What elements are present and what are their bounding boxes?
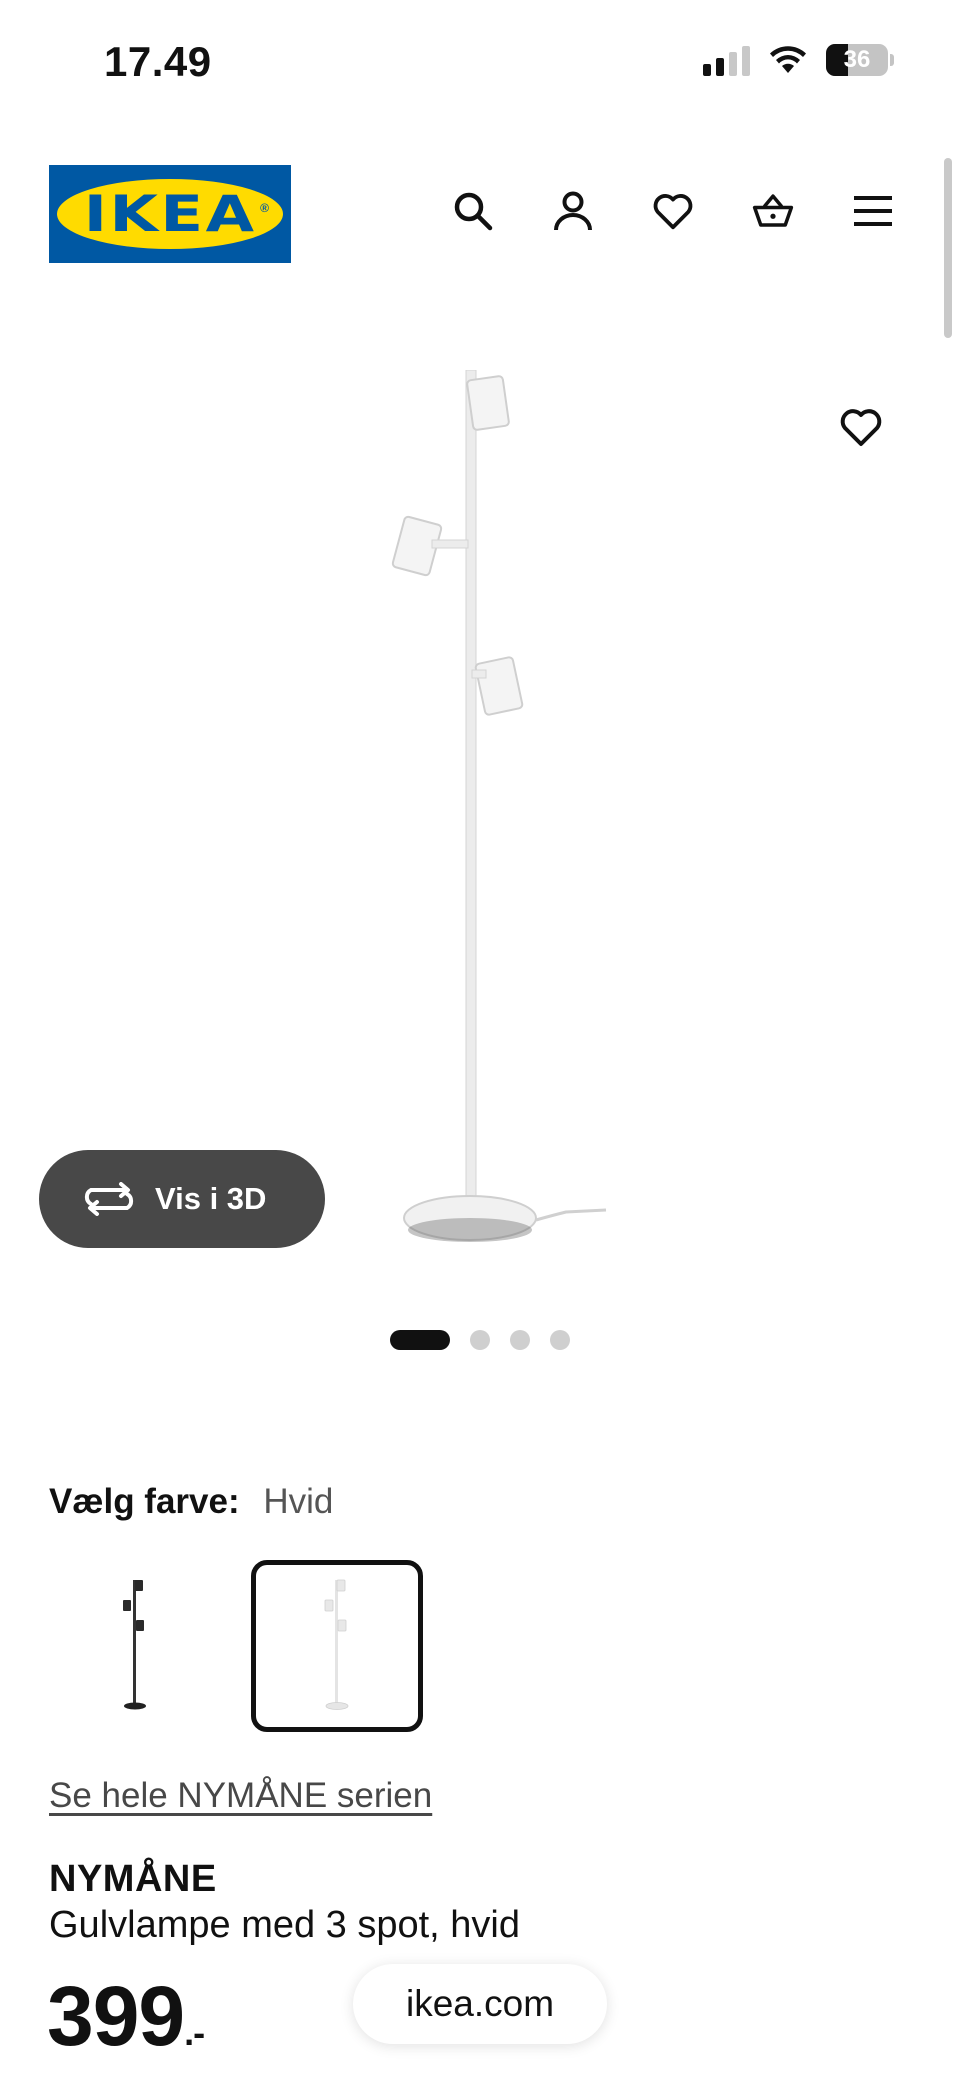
pagination-dot[interactable] [510,1330,530,1350]
basket-button[interactable] [752,190,794,232]
heart-icon [840,409,882,446]
header-actions [452,190,894,232]
ikea-logo[interactable]: IKEA ® [49,165,291,263]
menu-icon [854,196,892,226]
browser-url: ikea.com [405,1983,555,2024]
page-scrollbar[interactable] [944,158,952,338]
product-description: Gulvlampe med 3 spot, hvid [49,1904,521,1946]
search-icon [454,192,493,231]
logo-oval: IKEA ® [57,179,283,249]
battery-cap [890,54,894,66]
status-time: 17.49 [104,38,212,85]
gallery-pagination[interactable] [0,1330,960,1350]
status-icons: 36 [703,44,894,76]
color-select-header: Vælg farve: Hvid [49,1482,333,1522]
swatch-image-black-lamp [123,1580,146,1710]
status-bar: 17.49 36 [0,0,960,120]
color-select-value: Hvid [263,1482,334,1521]
logo-registered-mark: ® [260,201,269,215]
wifi-icon [770,46,806,73]
browser-address-bar[interactable]: ikea.com [353,1964,607,2044]
pagination-dot[interactable] [470,1330,490,1350]
color-swatch-black[interactable] [49,1560,221,1732]
favourites-button[interactable] [652,190,694,232]
logo-text: IKEA [83,185,257,243]
product-image-floor-lamp [391,370,607,1242]
product-gallery[interactable]: Vis i 3D [0,330,960,1350]
heart-icon [653,194,693,230]
add-to-favourites-button[interactable] [836,402,886,452]
basket-icon [752,194,794,227]
series-link[interactable]: Se hele NYMÅNE serien [49,1776,432,1816]
color-swatches [49,1560,423,1732]
swatch-image-white-lamp [324,1579,349,1710]
product-name: NYMÅNE [49,1858,217,1900]
pagination-dot[interactable] [550,1330,570,1350]
price-suffix: .- [184,2012,205,2053]
product-price: 399.- [47,1968,205,2065]
pagination-dot[interactable] [390,1330,450,1350]
color-swatch-white[interactable] [251,1560,423,1732]
price-amount: 399 [47,1969,185,2063]
rotate-3d-icon [84,1182,134,1216]
account-button[interactable] [552,190,594,232]
view-in-3d-label: Vis i 3D [155,1181,267,1216]
account-icon [554,191,592,231]
color-select-label: Vælg farve: [49,1482,240,1521]
site-header: IKEA ® [0,150,960,280]
view-in-3d-button[interactable]: Vis i 3D [39,1150,325,1248]
battery-icon: 36 [826,44,888,76]
menu-button[interactable] [852,190,894,232]
cellular-signal-icon [703,44,750,76]
search-button[interactable] [452,190,494,232]
battery-level: 36 [843,46,871,73]
